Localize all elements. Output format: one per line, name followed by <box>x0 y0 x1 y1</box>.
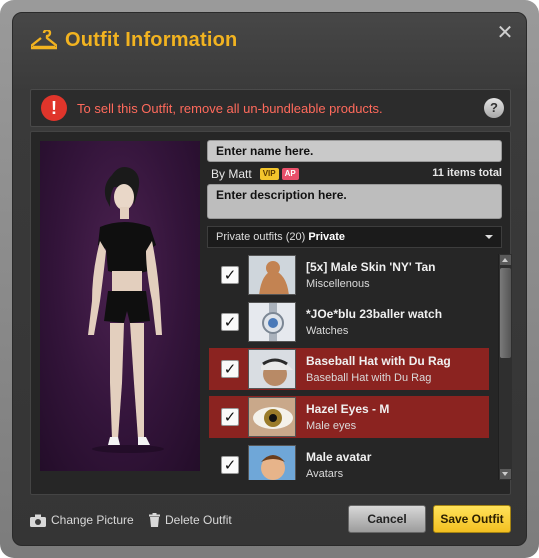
checkmark-icon: ✓ <box>223 408 237 426</box>
outfit-item-list: ✓ [5x] Male Skin 'NY' Tan Miscellenous ✓ <box>209 254 489 480</box>
outfit-content-panel: Enter name here. By Matt VIP AP 11 items… <box>30 131 512 495</box>
sell-warning-bar: ! To sell this Outfit, remove all un-bun… <box>30 89 511 127</box>
item-thumbnail-watch <box>248 302 296 342</box>
change-picture-label: Change Picture <box>51 513 134 527</box>
item-thumbnail-skin <box>248 255 296 295</box>
item-category: Male eyes <box>306 420 357 432</box>
ap-badge: AP <box>281 168 299 180</box>
item-thumbnail-eyes <box>248 397 296 437</box>
checkmark-icon: ✓ <box>223 266 237 284</box>
item-category: Watches <box>306 325 349 337</box>
item-checkbox[interactable]: ✓ <box>221 456 239 474</box>
trash-icon <box>149 513 160 527</box>
outfit-folder-select[interactable]: Private outfits (20) Private <box>207 226 502 248</box>
scroll-down-arrow-icon[interactable] <box>500 469 511 479</box>
list-item[interactable]: ✓ Male avatar Avatars <box>209 444 489 480</box>
avatar-preview <box>40 141 200 471</box>
window-title: Outfit Information <box>65 28 238 51</box>
folder-value: Private <box>308 231 346 243</box>
item-thumbnail-hat <box>248 349 296 389</box>
chevron-down-icon <box>485 235 493 239</box>
list-item[interactable]: ✓ *JOe*blu 23baller watch Watches <box>209 301 489 343</box>
list-item[interactable]: ✓ Baseball Hat with Du Rag Baseball Hat … <box>209 348 489 390</box>
item-name: Male avatar <box>306 450 372 464</box>
warning-text: To sell this Outfit, remove all un-bundl… <box>77 100 383 116</box>
scroll-up-arrow-icon[interactable] <box>500 255 511 265</box>
camera-icon <box>30 514 46 527</box>
delete-outfit-link[interactable]: Delete Outfit <box>149 513 232 527</box>
author-byline: By Matt VIP AP <box>211 167 299 181</box>
avatar-figure <box>88 167 164 453</box>
item-name: Baseball Hat with Du Rag <box>306 354 451 368</box>
item-checkbox[interactable]: ✓ <box>221 360 239 378</box>
outfit-name-input[interactable]: Enter name here. <box>207 140 502 162</box>
list-item[interactable]: ✓ Hazel Eyes - M Male eyes <box>209 396 489 438</box>
item-list-scrollbar[interactable] <box>498 254 512 480</box>
cancel-button[interactable]: Cancel <box>348 505 426 533</box>
checkmark-icon: ✓ <box>223 313 237 331</box>
item-category: Miscellenous <box>306 278 370 290</box>
checkmark-icon: ✓ <box>223 360 237 378</box>
item-checkbox[interactable]: ✓ <box>221 408 239 426</box>
close-icon[interactable]: ✕ <box>496 22 514 42</box>
item-name: *JOe*blu 23baller watch <box>306 307 443 321</box>
author-name: By Matt <box>211 167 252 181</box>
item-checkbox[interactable]: ✓ <box>221 266 239 284</box>
folder-label: Private outfits (20) <box>216 231 306 243</box>
alert-icon: ! <box>41 95 67 121</box>
change-picture-link[interactable]: Change Picture <box>30 513 134 527</box>
outfit-description-input[interactable]: Enter description here. <box>207 184 502 219</box>
help-icon[interactable]: ? <box>484 98 504 118</box>
dialog-frame: Outfit Information ✕ ! To sell this Outf… <box>0 0 539 558</box>
hanger-icon <box>31 30 57 50</box>
item-category: Baseball Hat with Du Rag <box>306 372 432 384</box>
outfit-information-window: Outfit Information ✕ ! To sell this Outf… <box>12 12 527 546</box>
item-checkbox[interactable]: ✓ <box>221 313 239 331</box>
item-category: Avatars <box>306 468 344 480</box>
item-thumbnail-avatar <box>248 445 296 480</box>
scroll-thumb[interactable] <box>500 268 511 358</box>
vip-badge: VIP <box>259 168 279 180</box>
title-bar: Outfit Information <box>31 25 237 55</box>
item-name: [5x] Male Skin 'NY' Tan <box>306 260 436 274</box>
checkmark-icon: ✓ <box>223 456 237 474</box>
items-total-count: 11 items total <box>432 167 502 179</box>
list-item[interactable]: ✓ [5x] Male Skin 'NY' Tan Miscellenous <box>209 254 489 296</box>
save-outfit-button[interactable]: Save Outfit <box>433 505 511 533</box>
item-name: Hazel Eyes - M <box>306 402 390 416</box>
delete-outfit-label: Delete Outfit <box>165 513 232 527</box>
